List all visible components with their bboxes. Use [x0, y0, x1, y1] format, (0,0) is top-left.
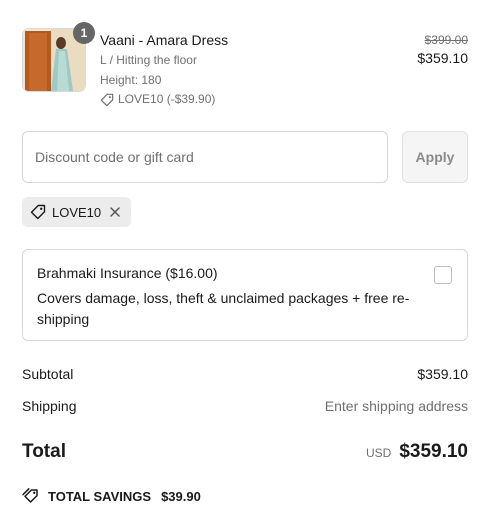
apply-button[interactable]: Apply — [402, 131, 468, 183]
shipping-value: Enter shipping address — [324, 398, 468, 414]
total-savings: TOTAL SAVINGS $39.90 — [22, 488, 201, 504]
applied-discount-code: LOVE10 — [52, 204, 102, 220]
product-variant: L / Hitting the floor — [100, 53, 197, 67]
subtotal-value: $359.10 — [417, 366, 468, 382]
product-discount-label: LOVE10 (-$39.90) — [118, 92, 216, 106]
total-value: $359.10 — [399, 441, 468, 462]
product-info: Vaani - Amara Dress L / Hitting the floo… — [100, 32, 228, 107]
subtotal-row: Subtotal $359.10 — [22, 366, 468, 382]
discount-form: Apply — [22, 131, 468, 183]
tag-icon — [30, 204, 46, 220]
product-prices: $399.00 $359.10 — [417, 33, 468, 67]
tags-icon — [22, 488, 38, 503]
discount-code-input[interactable] — [22, 131, 388, 183]
insurance-description: Covers damage, loss, theft & unclaimed p… — [37, 290, 410, 327]
total-label: Total — [22, 441, 66, 462]
product-thumbnail: 1 — [22, 22, 95, 92]
product-height: Height: 180 — [100, 73, 162, 87]
shipping-label: Shipping — [22, 398, 77, 414]
shipping-row: Shipping Enter shipping address — [22, 398, 468, 414]
line-item: 1 Vaani - Amara Dress L / Hitting the fl… — [22, 22, 468, 110]
insurance-option[interactable]: Brahmaki Insurance ($16.00) Covers damag… — [22, 249, 468, 341]
final-price: $359.10 — [417, 50, 468, 66]
insurance-checkbox[interactable] — [434, 266, 452, 284]
product-name: Vaani - Amara Dress — [100, 32, 229, 48]
subtotal-label: Subtotal — [22, 366, 74, 382]
quantity-badge: 1 — [73, 22, 95, 44]
total-row: Total USD $359.10 — [22, 441, 468, 463]
close-icon[interactable] — [107, 204, 123, 220]
product-discount: LOVE10 (-$39.90) — [100, 92, 228, 107]
insurance-title: Brahmaki Insurance ($16.00) — [37, 265, 218, 281]
total-amount: USD $359.10 — [366, 441, 468, 463]
savings-value: $39.90 — [161, 488, 201, 504]
tag-icon — [100, 93, 114, 106]
currency-code: USD — [365, 446, 392, 460]
savings-label: TOTAL SAVINGS — [48, 488, 152, 504]
applied-discount-chip: LOVE10 — [22, 197, 132, 227]
original-price: $399.00 — [424, 33, 468, 47]
